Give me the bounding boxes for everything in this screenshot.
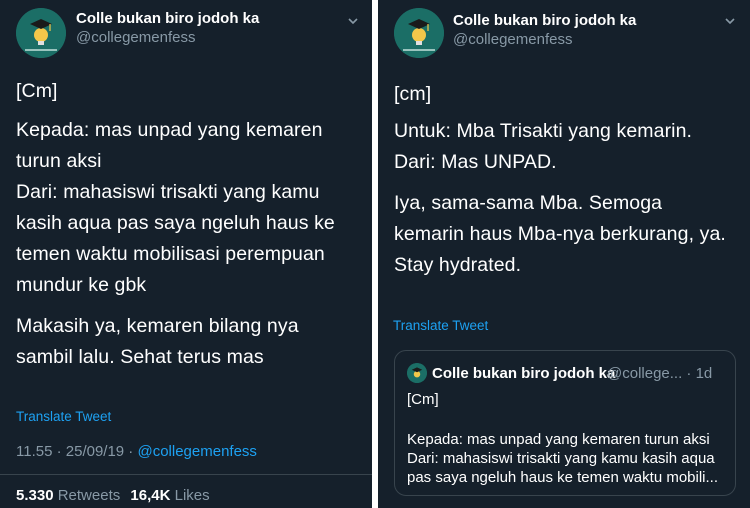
likes-label: Likes [174, 487, 210, 504]
retweets-stat[interactable]: 5.330 Retweets [16, 487, 120, 504]
divider [0, 474, 372, 475]
tweet-text-line: [Cm] [16, 80, 58, 102]
right-tweet-panel: Colle bukan biro jodoh ka @collegemenfes… [378, 0, 750, 508]
display-name[interactable]: Colle bukan biro jodoh ka [76, 10, 259, 27]
retweets-label: Retweets [57, 487, 121, 504]
tweet-text-line: temen waktu mobilisasi perempuan [16, 243, 325, 265]
graduation-cap-lightbulb-icon [394, 8, 444, 58]
profile-avatar[interactable] [16, 8, 66, 58]
tweet-text-line: Makasih ya, kemaren bilang nya [16, 315, 299, 337]
quoted-avatar [407, 363, 427, 383]
tweet-text-line: Kepada: mas unpad yang kemaren [16, 119, 323, 141]
chevron-down-icon[interactable] [346, 14, 360, 28]
quoted-handle-time: @college... · 1d [607, 365, 713, 382]
quoted-text-line: [Cm] [407, 391, 439, 408]
tweet-text-line: Stay hydrated. [394, 254, 522, 276]
tweet-text-line: turun aksi [16, 150, 102, 172]
likes-count: 16,4K [130, 487, 171, 504]
translate-tweet-link[interactable]: Translate Tweet [16, 409, 111, 424]
tweet-text-line: [cm] [394, 83, 432, 105]
via-mention-link[interactable]: @collegemenfess [137, 443, 256, 460]
tweet-metadata: 11.55 · 25/09/19 · @collegemenfess [16, 443, 257, 460]
chevron-down-icon[interactable] [723, 14, 737, 28]
graduation-cap-lightbulb-icon [407, 363, 427, 383]
tweet-text-line: kemarin haus Mba-nya berkurang, ya. [394, 223, 726, 245]
tweet-text-line: sambil lalu. Sehat terus mas [16, 346, 264, 368]
graduation-cap-lightbulb-icon [16, 8, 66, 58]
quoted-tweet-card[interactable]: Colle bukan biro jodoh ka @college... · … [394, 350, 736, 496]
likes-stat[interactable]: 16,4K Likes [130, 487, 209, 504]
tweet-timestamp[interactable]: 11.55 · 25/09/19 · [16, 443, 137, 460]
profile-avatar[interactable] [394, 8, 444, 58]
left-tweet-panel: Colle bukan biro jodoh ka @collegemenfes… [0, 0, 372, 508]
quoted-text-line: Kepada: mas unpad yang kemaren turun aks… [407, 431, 710, 448]
quoted-display-name: Colle bukan biro jodoh ka [432, 365, 616, 382]
tweet-stats: 5.330 Retweets 16,4K Likes [16, 487, 210, 504]
retweets-count: 5.330 [16, 487, 54, 504]
tweet-text-line: Iya, sama-sama Mba. Semoga [394, 192, 663, 214]
tweet-text-line: kasih aqua pas saya ngeluh haus ke [16, 212, 335, 234]
display-name[interactable]: Colle bukan biro jodoh ka [453, 12, 636, 29]
translate-tweet-link[interactable]: Translate Tweet [393, 318, 488, 333]
tweet-text-line: Dari: Mas UNPAD. [394, 151, 557, 173]
quoted-text-line: pas saya ngeluh haus ke temen waktu mobi… [407, 469, 719, 486]
quoted-text-line: Dari: mahasiswi trisakti yang kamu kasih… [407, 450, 715, 467]
user-handle[interactable]: @collegemenfess [453, 31, 572, 48]
tweet-text-line: mundur ke gbk [16, 274, 147, 296]
user-handle[interactable]: @collegemenfess [76, 29, 195, 46]
tweet-text-line: Dari: mahasiswi trisakti yang kamu [16, 181, 320, 203]
tweet-text-line: Untuk: Mba Trisakti yang kemarin. [394, 120, 693, 142]
